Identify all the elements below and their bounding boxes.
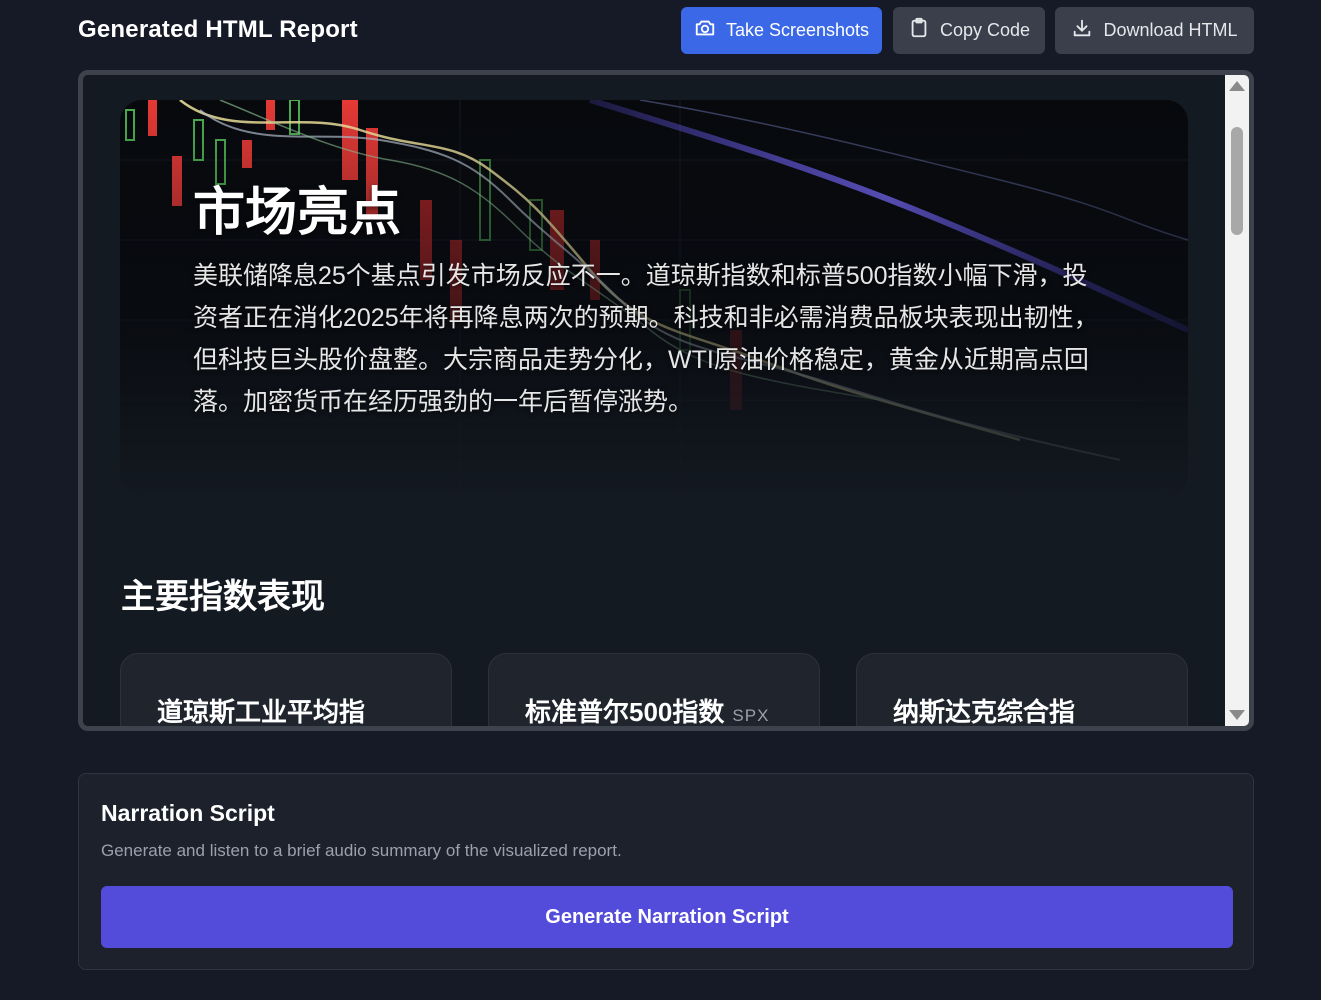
index-card-ticker: SPX [732,706,770,725]
index-card-title: 纳斯达克综合指 [893,692,1083,726]
copy-code-label: Copy Code [939,20,1031,40]
download-html-label: Download HTML [1103,20,1238,40]
page-title: Generated HTML Report [78,16,358,43]
index-card-title: 标准普尔500指数 SPX [525,692,769,726]
index-card-dow-jones: 道琼斯工业平均指 [120,653,452,726]
index-card-nasdaq: 纳斯达克综合指 [856,653,1188,726]
index-card-name: 道琼斯工业平均指 [157,697,366,726]
narration-description: Generate and listen to a brief audio sum… [101,841,622,860]
scroll-up-arrow-icon[interactable] [1229,81,1245,91]
generate-narration-button[interactable]: Generate Narration Script [101,886,1233,948]
clipboard-icon [908,17,930,44]
scroll-down-arrow-icon[interactable] [1229,710,1245,720]
download-icon [1071,17,1093,44]
index-card-sp500: 标准普尔500指数 SPX [488,653,820,726]
narration-title: Narration Script [101,800,275,826]
download-html-button[interactable]: Download HTML [1055,7,1254,54]
section-title-main-indices: 主要指数表现 [121,578,325,616]
vertical-scrollbar[interactable] [1225,75,1249,726]
camera-icon [694,17,716,44]
index-card-name: 纳斯达克综合指 [893,697,1076,726]
report-preview-frame: 市场亮点 美联储降息25个基点引发市场反应不一。道琼斯指数和标普500指数小幅下… [78,70,1254,731]
hero-summary-text: 美联储降息25个基点引发市场反应不一。道琼斯指数和标普500指数小幅下滑，投资者… [193,262,1099,416]
index-card-name: 标准普尔500指数 [525,697,725,726]
report-viewport[interactable]: 市场亮点 美联储降息25个基点引发市场反应不一。道琼斯指数和标普500指数小幅下… [83,75,1225,726]
scrollbar-thumb[interactable] [1231,127,1243,235]
index-card-title: 道琼斯工业平均指 [157,692,373,726]
copy-code-button[interactable]: Copy Code [893,7,1045,54]
top-bar: Generated HTML Report Take Screenshots C… [0,0,1321,62]
market-highlights-hero: 市场亮点 美联储降息25个基点引发市场反应不一。道琼斯指数和标普500指数小幅下… [120,100,1188,494]
take-screenshots-label: Take Screenshots [725,20,870,40]
hero-title: 市场亮点 [193,184,402,242]
narration-panel: Narration Script Generate and listen to … [78,773,1254,970]
take-screenshots-button[interactable]: Take Screenshots [681,7,882,54]
